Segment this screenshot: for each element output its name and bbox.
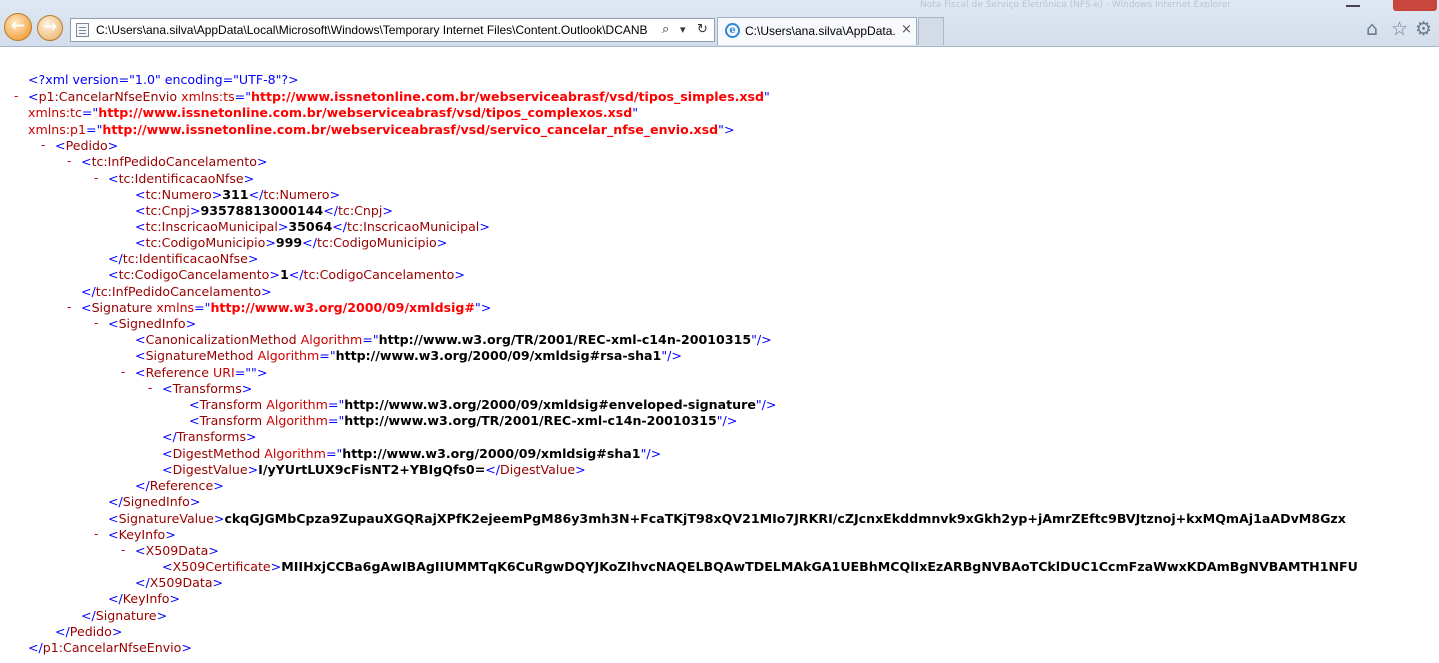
- x509certificate-element: <X509Certificate>MIIHxjCCBa6gAwIBAgIIUMM…: [162, 559, 1358, 574]
- search-icon[interactable]: ⌕: [662, 21, 669, 39]
- xml-document: <?xml version="1.0" encoding="UTF-8"?> -…: [0, 46, 1439, 663]
- back-button[interactable]: ←: [4, 13, 32, 41]
- collapse-x509data-toggle[interactable]: -: [121, 543, 125, 557]
- refresh-icon[interactable]: ↻: [697, 21, 708, 39]
- digestvalue-element: <DigestValue>I/yYUrtLUX9cFisNT2+YBIgQfs0…: [162, 462, 586, 477]
- numero-element: <tc:Numero>311</tc:Numero>: [135, 187, 341, 202]
- codmunicipio-element: <tc:CodigoMunicipio>999</tc:CodigoMunici…: [135, 235, 448, 250]
- signaturemethod-element: <SignatureMethod Algorithm="http://www.w…: [135, 348, 682, 363]
- pedido-close: </Pedido>: [55, 624, 123, 639]
- address-url[interactable]: C:\Users\ana.silva\AppData\Local\Microso…: [96, 22, 661, 38]
- x509data-open: <X509Data>: [135, 543, 219, 558]
- collapse-signedinfo-toggle[interactable]: -: [94, 316, 98, 330]
- transform-element-1: <Transform Algorithm="http://www.w3.org/…: [189, 397, 777, 412]
- transform-element-2: <Transform Algorithm="http://www.w3.org/…: [189, 413, 738, 428]
- signaturevalue-element: <SignatureValue>ckqGJGMbCpza9ZupauXGQRaj…: [108, 511, 1346, 526]
- transforms-close: </Transforms>: [162, 429, 257, 444]
- collapse-reference-toggle[interactable]: -: [121, 365, 125, 379]
- address-bar[interactable]: C:\Users\ana.silva\AppData\Local\Microso…: [70, 18, 715, 42]
- collapse-root-toggle[interactable]: -: [14, 89, 18, 103]
- minimize-button[interactable]: [1336, 0, 1372, 11]
- identificacao-open: <tc:IdentificacaoNfse>: [108, 171, 255, 186]
- tab-title: C:\Users\ana.silva\AppData...: [745, 24, 895, 38]
- signature-open: <Signature xmlns="http://www.w3.org/2000…: [81, 300, 492, 315]
- collapse-transforms-toggle[interactable]: -: [148, 381, 152, 395]
- canonicalization-element: <CanonicalizationMethod Algorithm="http:…: [135, 332, 772, 347]
- ie-logo-icon: e: [725, 23, 740, 38]
- home-icon[interactable]: ⌂: [1366, 18, 1378, 40]
- collapse-infpedido-toggle[interactable]: -: [67, 154, 71, 168]
- tab-close-icon[interactable]: ×: [901, 22, 912, 37]
- root-open-line-3: xmlns:p1="http://www.issnetonline.com.br…: [28, 122, 735, 137]
- identificacao-close: </tc:IdentificacaoNfse>: [108, 251, 259, 266]
- root-close: </p1:CancelarNfseEnvio>: [28, 640, 192, 655]
- favorites-star-icon[interactable]: ☆: [1391, 18, 1408, 40]
- close-window-button[interactable]: [1393, 0, 1437, 11]
- inscricao-element: <tc:InscricaoMunicipal>35064</tc:Inscric…: [135, 219, 490, 234]
- root-open-line-1: <p1:CancelarNfseEnvio xmlns:ts="http://w…: [28, 89, 770, 104]
- browser-toolbar: Nota Fiscal de Serviço Eletrônica (NFS-e…: [0, 0, 1439, 47]
- digestmethod-element: <DigestMethod Algorithm="http://www.w3.o…: [162, 446, 662, 461]
- signedinfo-close: </SignedInfo>: [108, 494, 201, 509]
- xml-declaration: <?xml version="1.0" encoding="UTF-8"?>: [28, 72, 299, 87]
- reference-close: </Reference>: [135, 478, 224, 493]
- page-icon: [76, 23, 89, 37]
- collapse-signature-toggle[interactable]: -: [67, 300, 71, 314]
- x509data-close: </X509Data>: [135, 575, 224, 590]
- window-title-faded: Nota Fiscal de Serviço Eletrônica (NFS-e…: [920, 0, 1232, 10]
- tab-active[interactable]: e C:\Users\ana.silva\AppData... ×: [717, 17, 917, 45]
- pedido-open: <Pedido>: [55, 138, 119, 153]
- codcancelamento-element: <tc:CodigoCancelamento>1</tc:CodigoCance…: [108, 267, 465, 282]
- signature-close: </Signature>: [81, 608, 168, 623]
- root-open-line-2: xmlns:tc="http://www.issnetonline.com.br…: [28, 105, 639, 120]
- back-arrow-icon: ←: [10, 16, 26, 36]
- address-dropdown-icon[interactable]: ▾: [680, 21, 686, 39]
- collapse-keyinfo-toggle[interactable]: -: [94, 527, 98, 541]
- signedinfo-open: <SignedInfo>: [108, 316, 197, 331]
- infpedido-open: <tc:InfPedidoCancelamento>: [81, 154, 268, 169]
- new-tab-button[interactable]: [918, 17, 944, 45]
- infpedido-close: </tc:InfPedidoCancelamento>: [81, 284, 272, 299]
- keyinfo-close: </KeyInfo>: [108, 591, 181, 606]
- keyinfo-open: <KeyInfo>: [108, 527, 176, 542]
- forward-arrow-icon: →: [42, 17, 58, 37]
- forward-button[interactable]: →: [37, 15, 63, 41]
- collapse-pedido-toggle[interactable]: -: [41, 138, 45, 152]
- cnpj-element: <tc:Cnpj>93578813000144</tc:Cnpj>: [135, 203, 393, 218]
- transforms-open: <Transforms>: [162, 381, 253, 396]
- collapse-identificacao-toggle[interactable]: -: [94, 171, 98, 185]
- tools-gear-icon[interactable]: ⚙: [1415, 18, 1432, 40]
- reference-open: <Reference URI="">: [135, 365, 268, 380]
